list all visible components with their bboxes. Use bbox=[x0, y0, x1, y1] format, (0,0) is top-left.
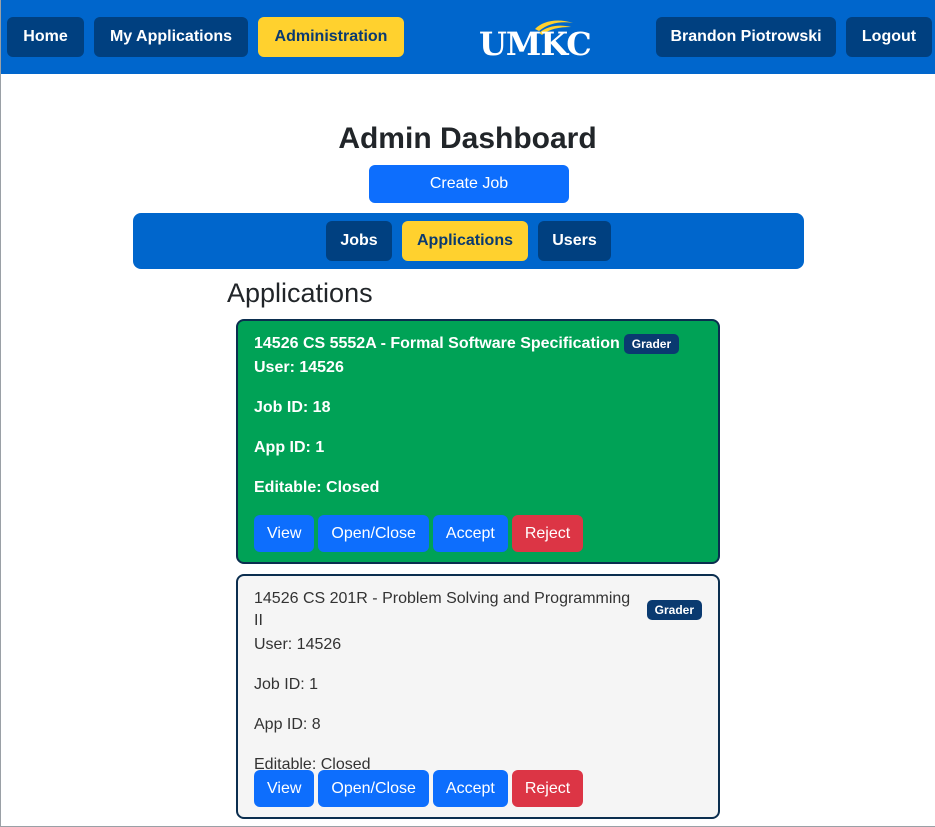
application-app-id: App ID: 1 bbox=[254, 439, 325, 456]
open-close-button[interactable]: Open/Close bbox=[318, 515, 429, 552]
application-title-row: 14526 CS 201R - Problem Solving and Prog… bbox=[254, 588, 702, 632]
logo-text: UMKC bbox=[479, 25, 592, 63]
application-card: 14526 CS 5552A - Formal Software Specifi… bbox=[236, 319, 720, 564]
nav-logout-button[interactable]: Logout bbox=[846, 17, 932, 57]
application-user: User: 14526 bbox=[254, 636, 342, 653]
nav-administration-button[interactable]: Administration bbox=[258, 17, 404, 57]
application-job-id: Job ID: 1 bbox=[254, 676, 319, 693]
view-button[interactable]: View bbox=[254, 515, 315, 552]
tab-users[interactable]: Users bbox=[538, 221, 611, 261]
reject-button[interactable]: Reject bbox=[511, 770, 584, 807]
application-title-row: 14526 CS 5552A - Formal Software Specifi… bbox=[254, 333, 702, 355]
section-title: Applications bbox=[227, 278, 373, 308]
role-badge: Grader bbox=[623, 334, 680, 354]
role-badge: Grader bbox=[646, 600, 702, 620]
application-editable: Editable: Closed bbox=[254, 479, 380, 496]
application-job-id: Job ID: 18 bbox=[254, 399, 331, 416]
open-close-button[interactable]: Open/Close bbox=[318, 770, 429, 807]
application-card: 14526 CS 201R - Problem Solving and Prog… bbox=[236, 574, 720, 819]
application-app-id: App ID: 8 bbox=[254, 716, 321, 733]
umkc-logo[interactable]: UMKC bbox=[479, 19, 592, 63]
application-actions: View Open/Close Accept Reject bbox=[254, 515, 584, 552]
nav-my-applications-button[interactable]: My Applications bbox=[94, 17, 248, 57]
accept-button[interactable]: Accept bbox=[432, 515, 508, 552]
application-title: 14526 CS 5552A - Formal Software Specifi… bbox=[254, 335, 620, 352]
application-actions: View Open/Close Accept Reject bbox=[254, 770, 584, 807]
view-button[interactable]: View bbox=[254, 770, 315, 807]
reject-button[interactable]: Reject bbox=[511, 515, 584, 552]
application-user: User: 14526 bbox=[254, 359, 344, 376]
accept-button[interactable]: Accept bbox=[432, 770, 508, 807]
tab-jobs[interactable]: Jobs bbox=[326, 221, 392, 261]
page-title: Admin Dashboard bbox=[338, 122, 597, 155]
nav-user-profile-button[interactable]: Brandon Piotrowski bbox=[656, 17, 836, 57]
nav-home-button[interactable]: Home bbox=[7, 17, 84, 57]
create-job-button[interactable]: Create Job bbox=[369, 165, 569, 203]
tab-applications[interactable]: Applications bbox=[402, 221, 528, 261]
top-navbar: Home My Applications Administration UMKC… bbox=[1, 0, 935, 74]
admin-tabs: Jobs Applications Users bbox=[133, 213, 804, 269]
application-title: 14526 CS 201R - Problem Solving and Prog… bbox=[254, 590, 631, 629]
